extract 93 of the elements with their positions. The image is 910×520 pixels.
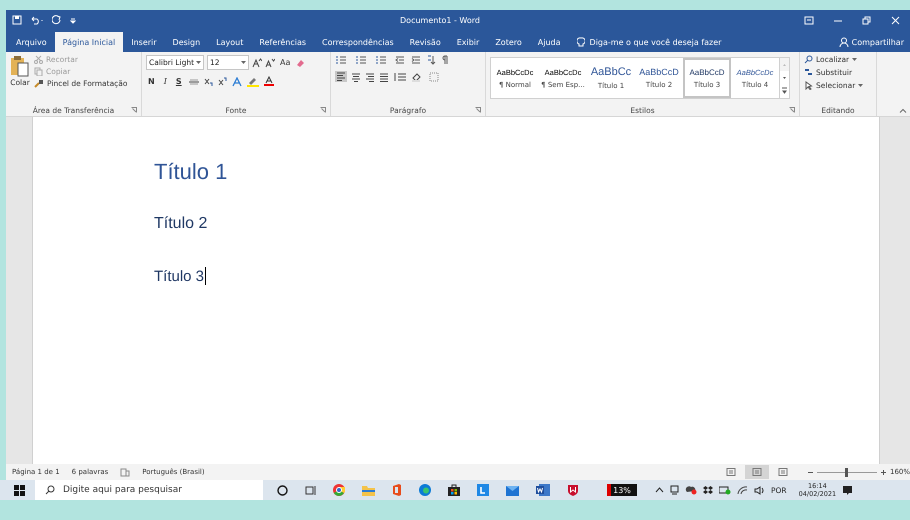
ribbon-tab[interactable]: Referências xyxy=(251,32,314,52)
share-button[interactable]: Compartilhar xyxy=(830,32,910,52)
l-tile-icon[interactable] xyxy=(477,484,489,496)
webcam-icon[interactable] xyxy=(670,485,679,495)
ribbon-tab[interactable]: Design xyxy=(164,32,208,52)
page-view-icon xyxy=(726,468,736,476)
heading-text: Título 2 xyxy=(154,215,208,232)
ribbon-tab[interactable]: Arquivo xyxy=(8,32,55,52)
word-icon[interactable] xyxy=(536,484,550,496)
scissors-icon xyxy=(34,55,43,64)
ribbon-tab[interactable]: Ajuda xyxy=(530,32,569,52)
page-view-icon xyxy=(778,468,788,476)
proofing-icon[interactable] xyxy=(120,468,130,476)
grow-font-icon[interactable] xyxy=(252,58,262,68)
ribbon-tab[interactable]: Inserir xyxy=(123,32,165,52)
person-icon xyxy=(838,37,849,47)
chrome-icon[interactable] xyxy=(333,484,345,496)
wifi-icon[interactable] xyxy=(737,486,748,494)
ribbon-tab[interactable]: Correspondências xyxy=(314,32,402,52)
dialog-launcher-icon[interactable] xyxy=(131,107,137,113)
clipboard-icon xyxy=(10,55,30,77)
restore-icon[interactable] xyxy=(862,16,871,24)
caret-icon xyxy=(858,84,864,87)
pilcrow-icon[interactable] xyxy=(442,55,449,65)
increase-indent-icon[interactable] xyxy=(411,55,421,65)
taskbar-search-field[interactable]: Digite aqui para pesquisar xyxy=(35,480,263,500)
task-view-icon[interactable] xyxy=(305,484,316,496)
caret-icon xyxy=(196,61,202,64)
tell-me-field[interactable]: Diga-me o que você deseja fazer xyxy=(590,38,730,46)
ribbon-tab[interactable]: Layout xyxy=(208,32,252,52)
collapse-ribbon-icon[interactable] xyxy=(899,108,907,113)
strikethrough-icon[interactable] xyxy=(188,78,199,86)
ribbon-tab[interactable]: Página Inicial xyxy=(54,32,124,52)
chevron-up-icon[interactable] xyxy=(655,487,664,493)
eraser-icon[interactable] xyxy=(295,58,306,68)
window-title: Documento1 - Word xyxy=(399,16,481,24)
battery-indicator[interactable]: 13% xyxy=(607,484,637,496)
numbering-icon[interactable] xyxy=(355,55,369,65)
italic-button[interactable]: I xyxy=(162,77,169,86)
battery-status-icon[interactable] xyxy=(719,485,731,495)
search-icon xyxy=(45,485,55,495)
bullets-icon[interactable] xyxy=(335,55,349,65)
align-right-icon[interactable] xyxy=(365,72,375,82)
dropbox-icon[interactable] xyxy=(703,486,713,494)
ribbon-tab[interactable]: Exibir xyxy=(448,32,488,52)
text-effects-icon[interactable] xyxy=(232,76,242,86)
superscript-icon[interactable] xyxy=(218,77,227,86)
line-spacing-icon[interactable] xyxy=(393,72,407,82)
decrease-indent-icon[interactable] xyxy=(395,55,405,65)
store-icon[interactable] xyxy=(448,484,460,496)
search-icon xyxy=(804,55,813,64)
pointer-icon xyxy=(804,81,813,90)
zoom-slider-thumb[interactable] xyxy=(845,468,848,476)
change-case-button[interactable]: Aa xyxy=(278,58,292,67)
justify-icon[interactable] xyxy=(379,72,389,82)
view-mode-button[interactable] xyxy=(744,465,769,479)
ribbon-tab[interactable]: Zotero xyxy=(487,32,530,52)
save-icon[interactable] xyxy=(12,15,22,25)
mail-icon[interactable] xyxy=(506,484,519,496)
caret-icon xyxy=(241,61,246,64)
bold-button[interactable]: N xyxy=(146,77,157,86)
page-view-icon xyxy=(752,468,762,476)
align-left-icon[interactable] xyxy=(335,71,347,82)
close-icon[interactable] xyxy=(891,16,900,24)
zoom-in-icon[interactable] xyxy=(880,468,887,476)
caret-icon xyxy=(852,58,858,61)
start-icon[interactable] xyxy=(14,484,25,496)
dialog-launcher-icon[interactable] xyxy=(789,107,795,113)
ribbon-tab[interactable]: Revisão xyxy=(402,32,449,52)
lightbulb-icon[interactable] xyxy=(576,36,585,48)
font-color-icon[interactable] xyxy=(264,76,274,87)
underline-button[interactable]: S xyxy=(174,77,184,86)
shrink-font-icon[interactable] xyxy=(265,58,275,68)
replace-icon xyxy=(804,68,813,77)
heading-text: Título 3 xyxy=(154,268,204,284)
redo-icon[interactable] xyxy=(52,15,62,25)
cloud-error-icon[interactable] xyxy=(685,485,697,495)
notifications-icon[interactable] xyxy=(842,484,854,496)
brush-icon xyxy=(34,79,44,88)
text-cursor xyxy=(205,267,206,285)
sort-icon[interactable] xyxy=(427,55,436,65)
volume-icon[interactable] xyxy=(754,486,765,494)
dialog-launcher-icon[interactable] xyxy=(320,107,326,113)
folder-icon[interactable] xyxy=(362,484,375,496)
heading-text: Título 1 xyxy=(154,159,228,184)
multilevel-list-icon[interactable] xyxy=(375,55,389,65)
dialog-launcher-icon[interactable] xyxy=(475,107,481,113)
copy-icon xyxy=(34,67,43,76)
ribbon-display-icon[interactable] xyxy=(804,16,814,24)
cortana-icon[interactable] xyxy=(277,484,288,496)
highlighter-icon[interactable] xyxy=(246,76,259,86)
align-center-icon[interactable] xyxy=(351,72,361,82)
subscript-icon[interactable] xyxy=(204,77,213,86)
